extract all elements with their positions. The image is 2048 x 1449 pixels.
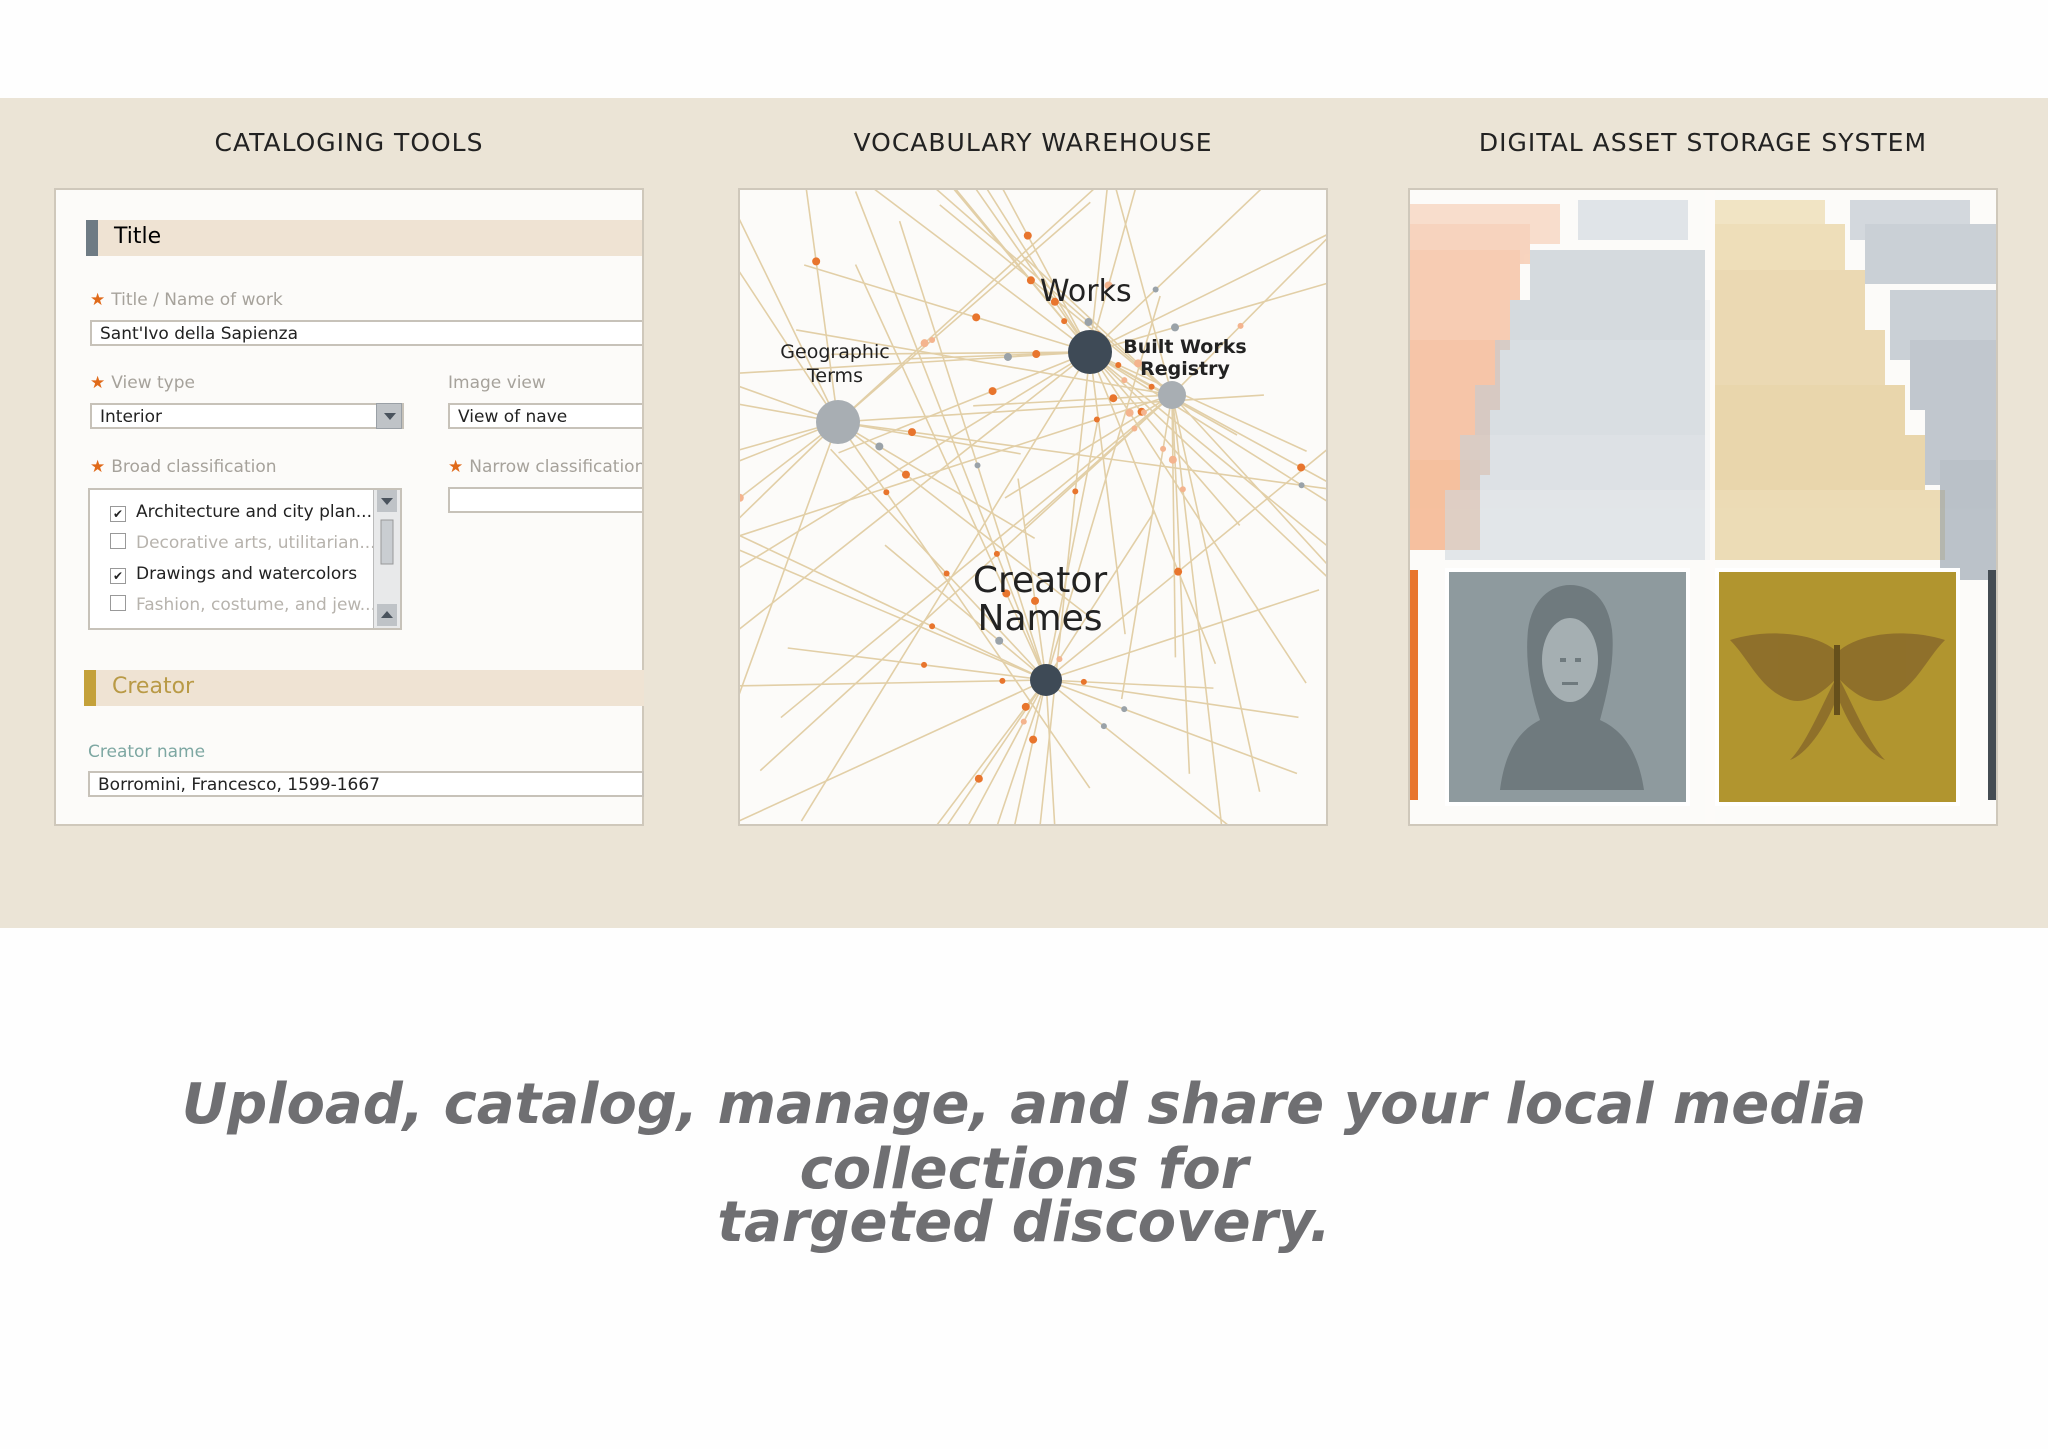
node-label-creator-names: Creator Names — [972, 560, 1108, 639]
creator-name-label: Creator name — [88, 742, 206, 762]
title-input[interactable]: Sant'Ivo della Sapienza — [90, 320, 642, 346]
title-section: Title — [86, 220, 642, 256]
node-label-built-works-registry: Built Works Registry — [1123, 336, 1247, 380]
checkbox-checked-icon[interactable]: ✔ — [110, 568, 126, 584]
list-scrollbar[interactable] — [373, 490, 400, 628]
node-label-works: Works — [1040, 274, 1132, 309]
title-label: ★ Title / Name of work — [90, 290, 283, 310]
narrow-classification-label: ★ Narrow classification — [448, 457, 644, 477]
narrow-classification-input[interactable] — [448, 487, 642, 513]
storage-panel — [1408, 188, 1998, 826]
vocabulary-heading: VOCABULARY WAREHOUSE — [853, 128, 1213, 157]
broad-classification-label: ★ Broad classification — [90, 457, 277, 477]
node-label-geographic-terms: Geographic Terms — [780, 341, 890, 387]
list-item[interactable]: Fashion, costume, and jew... — [110, 595, 376, 615]
image-view-input[interactable]: View of nave — [448, 403, 642, 429]
view-type-dropdown-icon[interactable] — [376, 403, 402, 429]
caption-line-1: Upload, catalog, manage, and share your … — [181, 1072, 1867, 1202]
checkbox-checked-icon[interactable]: ✔ — [110, 506, 126, 522]
creator-section-label: Creator — [112, 674, 195, 699]
vocabulary-network-graph — [740, 190, 1326, 824]
view-type-select[interactable]: Interior — [90, 403, 404, 429]
scroll-arrows-icon — [377, 490, 397, 626]
list-item[interactable]: Decorative arts, utilitarian... — [110, 533, 376, 553]
list-item[interactable]: ✔ Drawings and watercolors — [110, 564, 357, 584]
checkbox-unchecked-icon[interactable] — [110, 533, 126, 549]
cataloging-heading: CATALOGING TOOLS — [214, 128, 484, 157]
caption-line-2: targeted discovery. — [717, 1190, 1331, 1255]
image-view-label: Image view — [448, 373, 546, 393]
vocabulary-panel: Works Geographic Terms Built Works Regis… — [738, 188, 1328, 826]
asset-storage-stacks — [1410, 190, 1996, 824]
broad-classification-list[interactable]: ✔ Architecture and city plan... Decorativ… — [88, 488, 402, 630]
storage-heading: DIGITAL ASSET STORAGE SYSTEM — [1478, 128, 1928, 157]
view-type-label: ★ View type — [90, 373, 195, 393]
list-item[interactable]: ✔ Architecture and city plan... — [110, 502, 372, 522]
creator-section: Creator — [84, 670, 644, 706]
checkbox-unchecked-icon[interactable] — [110, 595, 126, 611]
title-section-label: Title — [114, 224, 162, 249]
creator-name-input[interactable]: Borromini, Francesco, 1599-1667 — [88, 771, 644, 797]
